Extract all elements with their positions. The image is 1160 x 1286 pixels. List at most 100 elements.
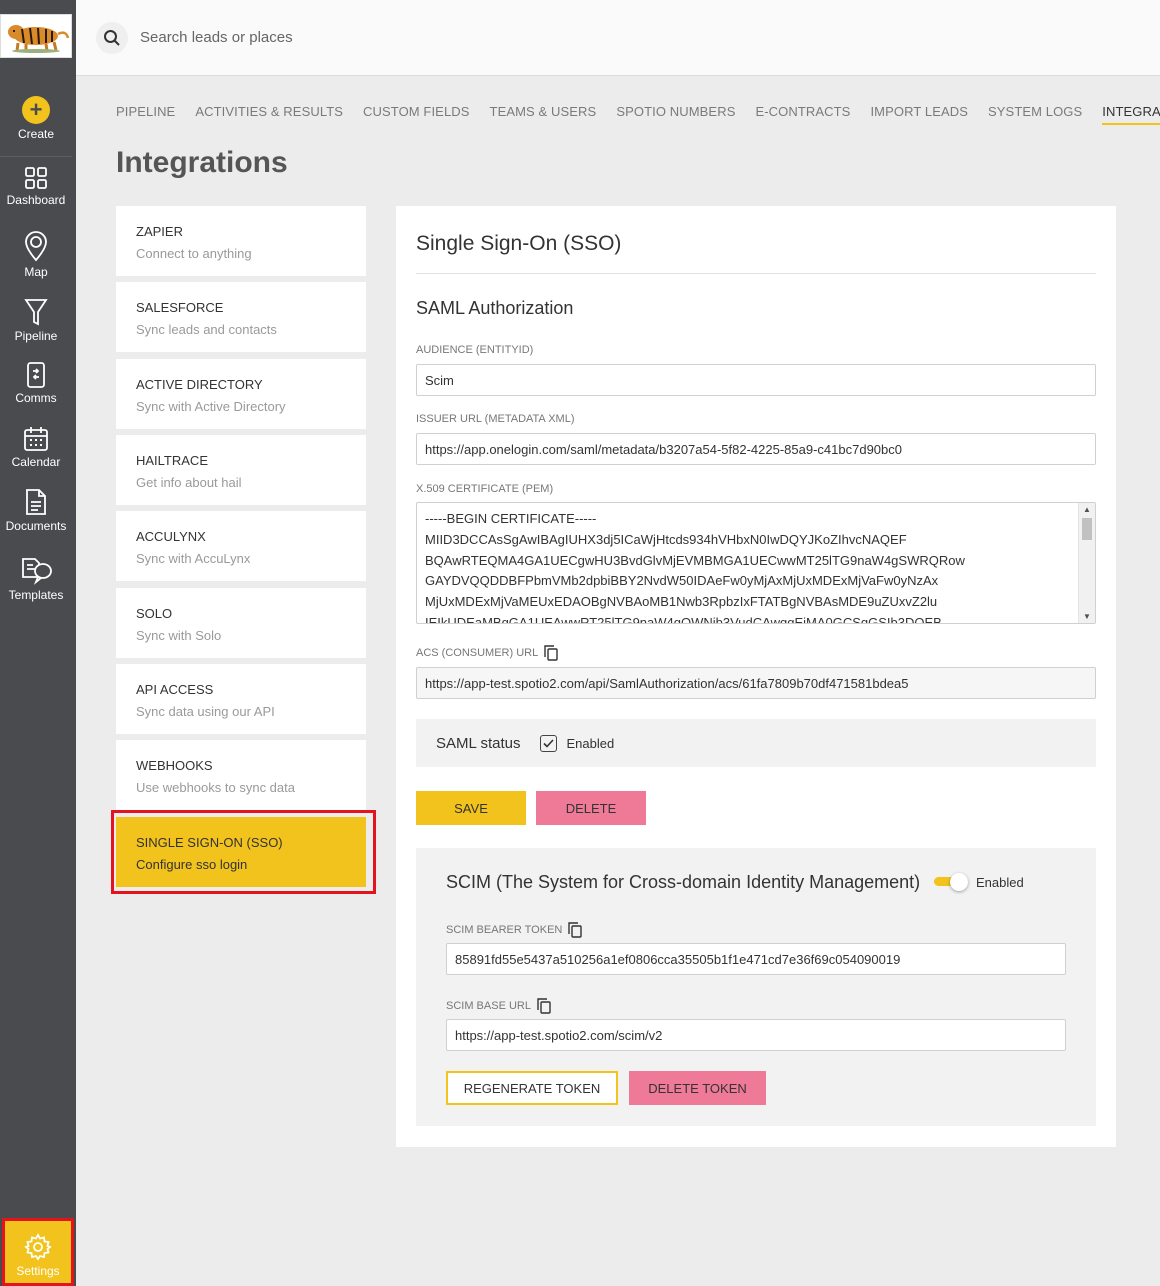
nav-map[interactable]: Map — [0, 230, 72, 279]
integration-title: HAILTRACE — [136, 453, 208, 468]
tiger-logo-icon — [2, 16, 70, 56]
copy-icon[interactable] — [568, 922, 583, 938]
issuer-url-field[interactable]: https://app.onelogin.com/saml/metadata/b… — [416, 433, 1096, 465]
nav-pipeline[interactable]: Pipeline — [0, 298, 72, 343]
scim-base-url-label: SCIM BASE URL — [446, 998, 551, 1014]
scim-token-field[interactable]: 85891fd55e5437a510256a1ef0806cca35505b1f… — [446, 943, 1066, 975]
nav-settings[interactable]: Settings — [2, 1218, 74, 1286]
regenerate-token-button[interactable]: REGENERATE TOKEN — [446, 1071, 618, 1105]
integration-title: ACTIVE DIRECTORY — [136, 377, 263, 392]
scim-enabled-toggle[interactable] — [934, 873, 970, 891]
calendar-icon — [24, 427, 48, 451]
nav-label: Documents — [5, 519, 67, 533]
tab-e-contracts[interactable]: E-CONTRACTS — [755, 104, 850, 125]
nav-documents[interactable]: Documents — [0, 488, 72, 533]
nav-label: Templates — [8, 588, 64, 602]
integration-salesforce[interactable]: SALESFORCE Sync leads and contacts — [116, 282, 366, 352]
tab-activities-results[interactable]: ACTIVITIES & RESULTS — [195, 104, 343, 125]
plus-icon: + — [22, 96, 50, 124]
integration-sso[interactable]: SINGLE SIGN-ON (SSO) Configure sso login — [116, 817, 366, 887]
integration-subtitle: Get info about hail — [136, 475, 242, 490]
copy-icon[interactable] — [544, 645, 558, 661]
integration-zapier[interactable]: ZAPIER Connect to anything — [116, 206, 366, 276]
issuer-label: ISSUER URL (METADATA XML) — [416, 413, 575, 425]
nav-label: Map — [24, 265, 48, 279]
integration-title: SINGLE SIGN-ON (SSO) — [136, 835, 283, 850]
certificate-text: -----BEGIN CERTIFICATE----- MIID3DCCAsSg… — [425, 511, 965, 624]
nav-label: Settings — [16, 1264, 60, 1278]
acs-url-field[interactable]: https://app-test.spotio2.com/api/SamlAut… — [416, 667, 1096, 699]
scim-token-label: SCIM BEARER TOKEN — [446, 922, 583, 938]
scim-token-label-text: SCIM BEARER TOKEN — [446, 924, 563, 936]
certificate-textarea[interactable]: -----BEGIN CERTIFICATE----- MIID3DCCAsSg… — [416, 502, 1096, 624]
integration-subtitle: Configure sso login — [136, 857, 248, 872]
scroll-up-icon[interactable]: ▲ — [1083, 505, 1091, 514]
nav-label: Pipeline — [14, 329, 58, 343]
integration-api-access[interactable]: API ACCESS Sync data using our API — [116, 664, 366, 734]
copy-icon[interactable] — [537, 998, 551, 1014]
integration-hailtrace[interactable]: HAILTRACE Get info about hail — [116, 435, 366, 505]
scim-base-url-field[interactable]: https://app-test.spotio2.com/scim/v2 — [446, 1019, 1066, 1051]
integration-title: API ACCESS — [136, 682, 214, 697]
acs-label-text: ACS (CONSUMER) URL — [416, 647, 539, 659]
sidebar: + Create Dashboard Map Pipeline Comms Ca… — [0, 0, 76, 1286]
nav-comms[interactable]: Comms — [0, 362, 72, 405]
templates-icon — [22, 558, 52, 585]
phone-icon — [27, 362, 45, 388]
saml-title: SAML Authorization — [416, 298, 574, 318]
delete-button[interactable]: DELETE — [536, 791, 646, 825]
check-icon — [543, 738, 555, 748]
scim-base-url-label-text: SCIM BASE URL — [446, 1000, 531, 1012]
integration-active-directory[interactable]: ACTIVE DIRECTORY Sync with Active Direct… — [116, 359, 366, 429]
scroll-down-icon[interactable]: ▼ — [1083, 612, 1091, 621]
tab-integrations[interactable]: INTEGRATIONS — [1102, 104, 1160, 125]
scim-title: SCIM (The System for Cross-domain Identi… — [446, 872, 921, 892]
nav-label: Create — [17, 127, 55, 141]
audience-label-text: AUDIENCE (ENTITYID) — [416, 344, 534, 356]
nav-calendar[interactable]: Calendar — [0, 426, 72, 469]
integration-subtitle: Connect to anything — [136, 246, 252, 261]
integration-subtitle: Sync with AccuLynx — [136, 551, 251, 566]
integration-title: SALESFORCE — [136, 300, 224, 315]
gear-icon — [24, 1233, 52, 1261]
nav-templates[interactable]: Templates — [0, 555, 72, 602]
tab-teams-users[interactable]: TEAMS & USERS — [490, 104, 597, 125]
nav-dashboard[interactable]: Dashboard — [0, 166, 72, 207]
top-search-bar: Search leads or places — [76, 0, 1160, 76]
tab-import-leads[interactable]: IMPORT LEADS — [870, 104, 968, 125]
search-button[interactable] — [96, 22, 128, 54]
integration-title: ACCULYNX — [136, 529, 206, 544]
tab-system-logs[interactable]: SYSTEM LOGS — [988, 104, 1082, 125]
saml-enabled-checkbox[interactable] — [540, 734, 558, 752]
certificate-label: X.509 CERTIFICATE (PEM) — [416, 483, 553, 495]
saml-status-row: SAML status Enabled — [416, 719, 1096, 767]
divider — [416, 273, 1096, 274]
scim-enabled-label: Enabled — [976, 875, 1024, 890]
integration-webhooks[interactable]: WEBHOOKS Use webhooks to sync data — [116, 740, 366, 810]
nav-create[interactable]: + Create — [0, 96, 72, 141]
certificate-label-text: X.509 CERTIFICATE (PEM) — [416, 483, 554, 495]
audience-field[interactable]: Scim — [416, 364, 1096, 396]
sso-title: Single Sign-On (SSO) — [416, 232, 622, 255]
search-icon — [104, 30, 120, 46]
integration-title: SOLO — [136, 606, 173, 621]
tab-custom-fields[interactable]: CUSTOM FIELDS — [363, 104, 470, 125]
nav-label: Calendar — [11, 455, 61, 469]
grid-icon — [25, 167, 47, 189]
company-logo[interactable] — [0, 14, 72, 58]
scrollbar[interactable]: ▲ ▼ — [1078, 503, 1095, 623]
integration-title: WEBHOOKS — [136, 758, 213, 773]
tab-pipeline[interactable]: PIPELINE — [116, 104, 175, 125]
integration-acculynx[interactable]: ACCULYNX Sync with AccuLynx — [116, 511, 366, 581]
search-input[interactable]: Search leads or places — [140, 29, 293, 46]
scrollbar-thumb[interactable] — [1082, 518, 1092, 540]
saml-enabled-label: Enabled — [566, 735, 615, 751]
saml-status-label: SAML status — [436, 734, 521, 752]
integration-title: ZAPIER — [136, 224, 183, 239]
issuer-label-text: ISSUER URL (METADATA XML) — [416, 413, 575, 425]
integration-solo[interactable]: SOLO Sync with Solo — [116, 588, 366, 658]
delete-token-button[interactable]: DELETE TOKEN — [629, 1071, 766, 1105]
tab-spotio-numbers[interactable]: SPOTIO NUMBERS — [616, 104, 735, 125]
save-button[interactable]: SAVE — [416, 791, 526, 825]
scim-section: SCIM (The System for Cross-domain Identi… — [416, 848, 1096, 1126]
